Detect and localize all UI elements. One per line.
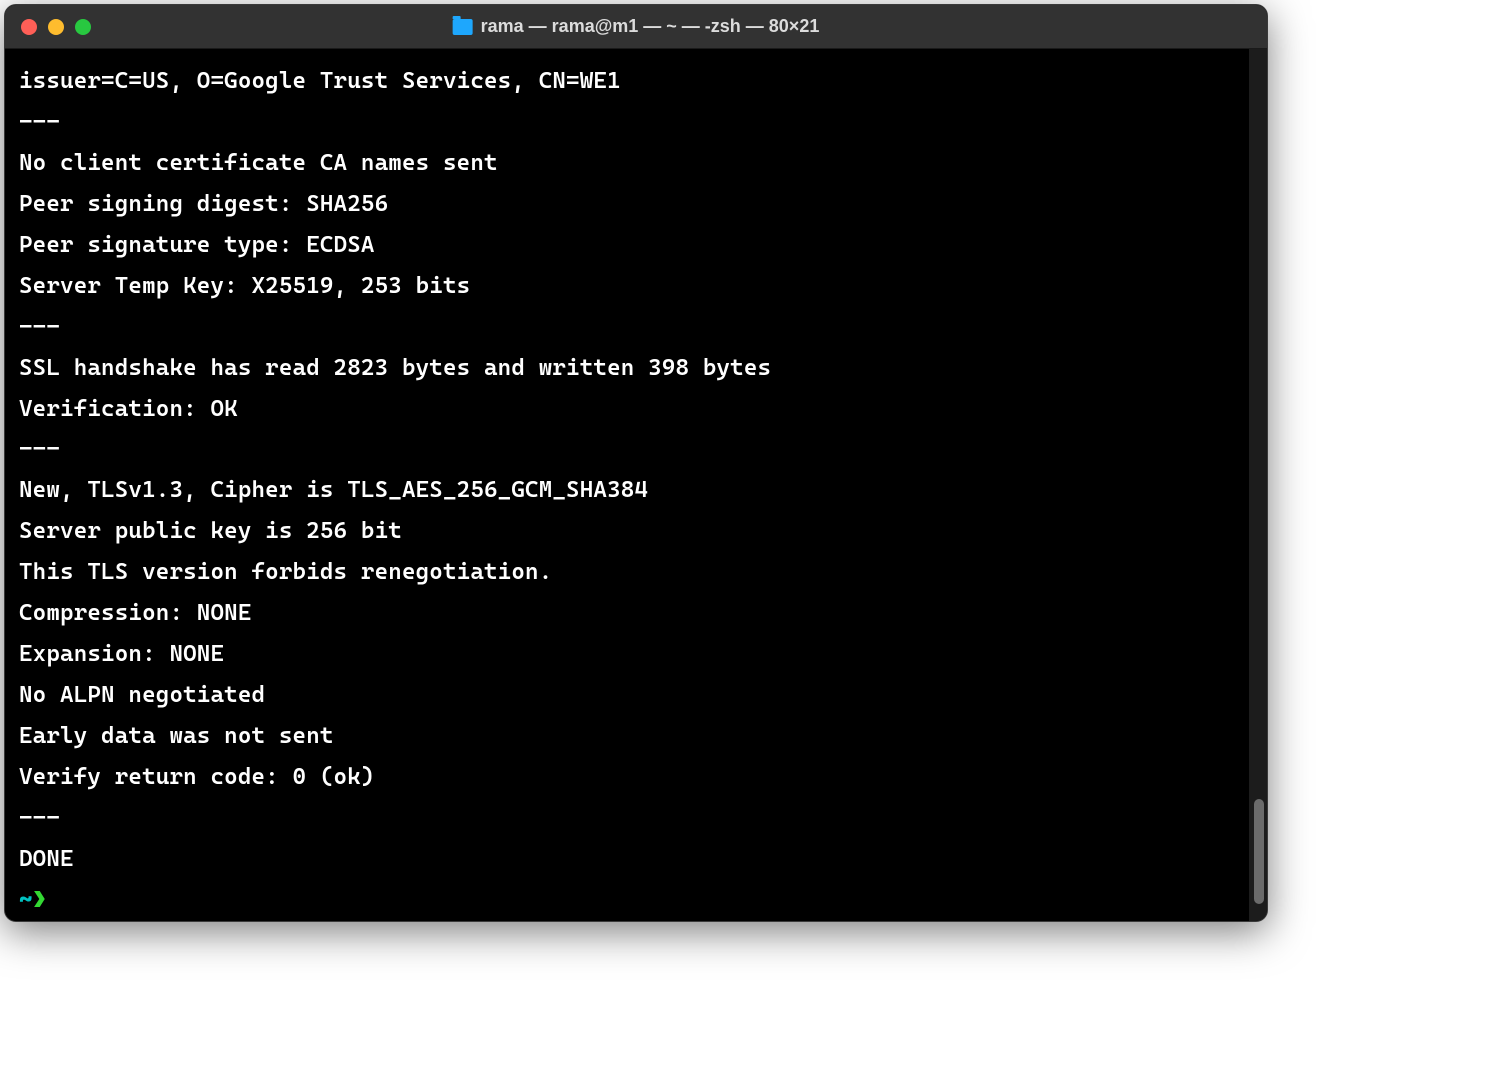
minimize-button[interactable]: [48, 19, 64, 35]
folder-icon: [453, 19, 473, 35]
terminal-line: Verify return code: 0 (ok): [19, 764, 375, 790]
close-button[interactable]: [21, 19, 37, 35]
terminal-line: Compression: NONE: [19, 600, 252, 626]
terminal-window: rama — rama@m1 — ~ — -zsh — 80×21 issuer…: [4, 4, 1268, 922]
terminal-line: This TLS version forbids renegotiation.: [19, 559, 552, 585]
terminal-line: ---: [19, 436, 60, 462]
window-title: rama — rama@m1 — ~ — -zsh — 80×21: [481, 16, 820, 37]
terminal-line: Expansion: NONE: [19, 641, 224, 667]
terminal-line: DONE: [19, 846, 74, 872]
window-title-group: rama — rama@m1 — ~ — -zsh — 80×21: [453, 16, 820, 37]
terminal-line: New, TLSv1.3, Cipher is TLS_AES_256_GCM_…: [19, 477, 648, 503]
terminal-line: No client certificate CA names sent: [19, 150, 498, 176]
terminal-line: SSL handshake has read 2823 bytes and wr…: [19, 355, 771, 381]
terminal-line: issuer=C=US, O=Google Trust Services, CN…: [19, 68, 621, 94]
terminal-line: No ALPN negotiated: [19, 682, 265, 708]
terminal-body[interactable]: issuer=C=US, O=Google Trust Services, CN…: [5, 49, 1249, 921]
terminal-line: ---: [19, 109, 60, 135]
terminal-line: ---: [19, 805, 60, 831]
terminal-line: Server Temp Key: X25519, 253 bits: [19, 273, 470, 299]
terminal-body-wrap: issuer=C=US, O=Google Trust Services, CN…: [5, 49, 1267, 921]
traffic-lights: [21, 19, 91, 35]
prompt-arrow-icon: ❯: [33, 887, 47, 913]
terminal-line: Peer signing digest: SHA256: [19, 191, 388, 217]
prompt-tilde: ~: [19, 887, 33, 913]
terminal-line: Early data was not sent: [19, 723, 334, 749]
scrollbar-thumb[interactable]: [1254, 799, 1264, 904]
terminal-line: ---: [19, 314, 60, 340]
titlebar[interactable]: rama — rama@m1 — ~ — -zsh — 80×21: [5, 5, 1267, 49]
maximize-button[interactable]: [75, 19, 91, 35]
terminal-line: Peer signature type: ECDSA: [19, 232, 375, 258]
terminal-line: Verification: OK: [19, 396, 238, 422]
scrollbar-track[interactable]: [1249, 49, 1267, 921]
terminal-line: Server public key is 256 bit: [19, 518, 402, 544]
